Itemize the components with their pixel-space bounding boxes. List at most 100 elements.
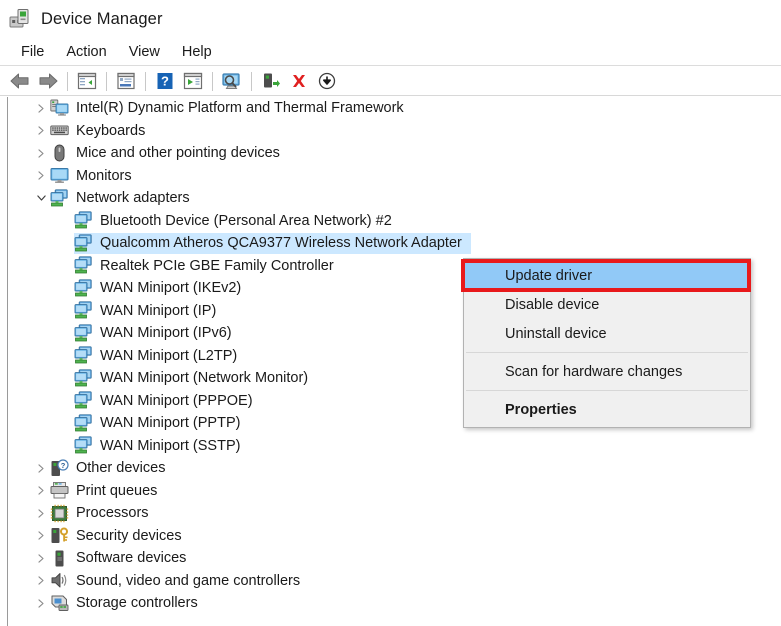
disable-device-icon[interactable] [313,69,341,94]
tree-row[interactable]: Monitors [8,165,781,188]
mouse-icon [50,144,69,163]
system-device-icon [50,99,69,118]
device-item[interactable]: Print queues [50,480,166,501]
context-menu-item[interactable]: Disable device [464,290,750,319]
context-menu-item[interactable]: Scan for hardware changes [464,357,750,386]
tree-row[interactable]: Network adapters [8,187,781,210]
toolbar-separator [212,71,213,91]
tree-row[interactable]: Software devices [8,547,781,570]
processor-icon [50,504,69,523]
device-item[interactable]: Keyboards [50,120,154,141]
menu-view[interactable]: View [118,41,171,63]
tree-row-label: WAN Miniport (Network Monitor) [100,370,309,386]
security-device-icon [50,526,69,545]
tree-row[interactable]: Security devices [8,525,781,548]
scan-hardware-changes-icon[interactable] [218,69,246,94]
context-menu-item[interactable]: Uninstall device [464,319,750,348]
update-driver-icon[interactable] [179,69,207,94]
tree-row[interactable]: Qualcomm Atheros QCA9377 Wireless Networ… [8,232,781,255]
device-item[interactable]: Monitors [50,165,141,186]
tree-row-label: WAN Miniport (IP) [100,302,217,319]
device-item[interactable]: Storage controllers [50,593,207,614]
tree-row-label: Software devices [76,550,187,566]
menu-help[interactable]: Help [171,41,223,63]
device-item[interactable]: Security devices [50,525,191,546]
device-item[interactable]: Realtek PCIe GBE Family Controller [74,255,343,276]
device-item[interactable]: WAN Miniport (IP) [74,300,225,321]
network-adapter-icon [74,279,93,298]
tree-row-label: Realtek PCIe GBE Family Controller [100,257,334,274]
selected-device-item[interactable]: Qualcomm Atheros QCA9377 Wireless Networ… [74,232,471,254]
tree-row[interactable]: Keyboards [8,120,781,143]
toolbar-separator [251,71,252,91]
context-menu-item[interactable]: Update driver [464,261,750,290]
software-device-icon [50,549,69,568]
svg-text:?: ? [161,74,169,89]
device-item[interactable]: Network adapters [50,188,199,209]
device-item[interactable]: ? Other devices [50,458,174,479]
chevron-right-icon[interactable] [32,547,50,569]
tree-row-label: WAN Miniport (L2TP) [100,347,238,364]
chevron-right-icon[interactable] [32,570,50,592]
chevron-right-icon[interactable] [32,120,50,142]
device-item[interactable]: WAN Miniport (L2TP) [74,345,246,366]
network-adapter-icon [74,414,93,433]
tree-row-label: Security devices [76,527,182,544]
device-item[interactable]: WAN Miniport (PPPOE) [74,390,262,411]
menu-bar: File Action View Help [0,38,781,66]
tree-row[interactable]: Intel(R) Dynamic Platform and Thermal Fr… [8,97,781,120]
context-menu-separator [466,352,748,353]
tree-row[interactable]: Mice and other pointing devices [8,142,781,165]
help-icon[interactable]: ? [151,69,179,94]
device-item[interactable]: WAN Miniport (PPTP) [74,413,249,434]
tree-row[interactable]: Processors [8,502,781,525]
device-item[interactable]: WAN Miniport (Network Monitor) [74,368,317,389]
tree-row[interactable]: Print queues [8,480,781,503]
network-adapter-icon [50,189,69,208]
chevron-right-icon[interactable] [32,165,50,187]
window-title: Device Manager [41,9,163,28]
tree-row-label: WAN Miniport (SSTP) [100,437,241,454]
device-item[interactable]: Sound, video and game controllers [50,570,309,591]
chevron-right-icon[interactable] [32,502,50,524]
context-menu[interactable]: Update driver Disable device Uninstall dev… [463,258,751,428]
device-item[interactable]: Software devices [50,548,195,569]
tree-row[interactable]: Bluetooth Device (Personal Area Network)… [8,210,781,233]
device-item[interactable]: WAN Miniport (IKEv2) [74,278,250,299]
chevron-right-icon[interactable] [32,525,50,547]
tree-row-label: Print queues [76,482,158,499]
tree-row-label: Keyboards [76,122,146,139]
unknown-device-icon: ? [50,459,69,478]
tree-row[interactable]: WAN Miniport (SSTP) [8,435,781,458]
forward-arrow-icon[interactable] [34,69,62,94]
device-item[interactable]: WAN Miniport (IPv6) [74,323,241,344]
menu-file[interactable]: File [10,41,55,63]
network-adapter-icon [74,436,93,455]
chevron-right-icon[interactable] [32,97,50,119]
tree-row[interactable]: Storage controllers [8,592,781,615]
tree-row[interactable]: Sound, video and game controllers [8,570,781,593]
chevron-right-icon[interactable] [32,592,50,614]
chevron-right-icon[interactable] [32,142,50,164]
enable-device-icon[interactable] [257,69,285,94]
back-arrow-icon[interactable] [6,69,34,94]
device-item[interactable]: Processors [50,503,158,524]
context-menu-items: Update driver Disable device Uninstall dev… [464,261,750,424]
tree-row[interactable]: ? Other devices [8,457,781,480]
menu-action[interactable]: Action [55,41,117,63]
device-item[interactable]: Bluetooth Device (Personal Area Network)… [74,210,401,231]
uninstall-device-icon[interactable] [285,69,313,94]
properties-icon[interactable] [112,69,140,94]
chevron-right-icon[interactable] [32,480,50,502]
device-item[interactable]: WAN Miniport (SSTP) [74,435,249,456]
chevron-down-icon[interactable] [32,187,50,209]
device-item[interactable]: Intel(R) Dynamic Platform and Thermal Fr… [50,98,413,119]
tree-row-label: Monitors [76,167,132,184]
show-hide-console-tree-icon[interactable] [73,69,101,94]
tree-row-label: Processors [76,505,149,521]
chevron-right-icon[interactable] [32,457,50,479]
network-adapter-icon [74,256,93,275]
network-adapter-icon [74,391,93,410]
device-item[interactable]: Mice and other pointing devices [50,143,289,164]
context-menu-item[interactable]: Properties [464,395,750,424]
